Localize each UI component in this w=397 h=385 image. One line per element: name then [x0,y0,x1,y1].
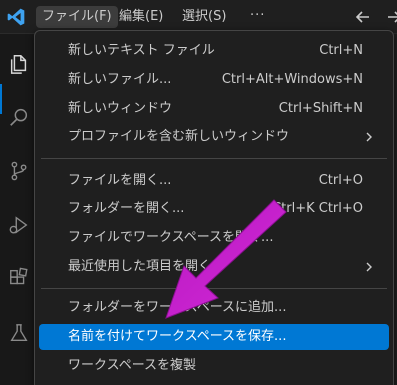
title-bar: ファイル(F) 編集(E) 選択(S) ··· [0,0,397,34]
explorer-icon[interactable] [8,53,30,75]
menu-item-label: 新しいファイル... [68,72,172,87]
menu-item-new-text-file[interactable]: 新しいテキスト ファイル Ctrl+N [39,39,389,63]
extensions-icon[interactable] [8,267,30,289]
menubar-file[interactable]: ファイル(F) [36,6,118,28]
menu-item-label: プロファイルを含む新しいウィンドウ [68,129,290,144]
menu-item-add-folder-to-workspace[interactable]: フォルダーをワークスペースに追加... [39,296,389,320]
menu-item-label: ファイルでワークスペースを開く... [68,230,274,245]
menu-item-label: 新しいテキスト ファイル [68,43,215,58]
menu-item-label: フォルダーをワークスペースに追加... [68,300,287,315]
menu-item-label: 新しいウィンドウ [68,101,173,116]
menu-item-duplicate-workspace[interactable]: ワークスペースを複製 [39,354,389,378]
testing-icon[interactable] [8,322,30,344]
menu-item-label: フォルダーを開く... [68,201,185,216]
menubar-more-button[interactable]: ··· [244,5,271,27]
activity-bar [0,34,34,385]
menu-item-shortcut: Ctrl+O [318,173,363,188]
chevron-right-icon [366,262,372,272]
menu-separator [41,158,387,159]
menubar-select[interactable]: 選択(S) [176,6,232,28]
menu-item-label: 名前を付けてワークスペースを保存... [68,329,287,344]
menu-item-open-file[interactable]: ファイルを開く... Ctrl+O [39,169,389,193]
menu-item-save-workspace-as[interactable]: 名前を付けてワークスペースを保存... [39,324,389,350]
source-control-icon[interactable] [8,160,30,182]
menu-item-open-folder[interactable]: フォルダーを開く... Ctrl+K Ctrl+O [39,197,389,221]
menu-item-shortcut: Ctrl+Alt+Windows+N [221,72,363,87]
menubar-edit[interactable]: 編集(E) [113,6,169,28]
menu-item-shortcut: Ctrl+K Ctrl+O [272,201,363,216]
search-icon[interactable] [8,106,30,128]
menu-item-new-window-with-profile[interactable]: プロファイルを含む新しいウィンドウ [39,125,389,149]
menu-separator [41,288,387,289]
arrow-right-icon[interactable] [385,8,397,26]
menu-item-label: ワークスペースを複製 [68,358,197,373]
menu-item-label: ファイルを開く... [68,173,172,188]
arrow-left-icon[interactable] [354,8,372,26]
file-menu: 新しいテキスト ファイル Ctrl+N 新しいファイル... Ctrl+Alt+… [34,30,394,385]
run-debug-icon[interactable] [8,214,30,236]
menu-item-shortcut: Ctrl+N [319,43,363,58]
menu-item-label: 最近使用した項目を開く [68,259,212,274]
vscode-window: ファイル(F) 編集(E) 選択(S) ··· 新しいテキスト ファイル Ctr… [0,0,397,385]
menu-item-new-file[interactable]: 新しいファイル... Ctrl+Alt+Windows+N [39,68,389,92]
menu-item-new-window[interactable]: 新しいウィンドウ Ctrl+Shift+N [39,97,389,121]
active-indicator [0,84,2,114]
menu-item-open-workspace-from-file[interactable]: ファイルでワークスペースを開く... [39,226,389,250]
vscode-logo [7,8,25,26]
chevron-right-icon [366,132,372,142]
menu-item-open-recent[interactable]: 最近使用した項目を開く [39,255,389,279]
menu-item-shortcut: Ctrl+Shift+N [278,101,363,116]
